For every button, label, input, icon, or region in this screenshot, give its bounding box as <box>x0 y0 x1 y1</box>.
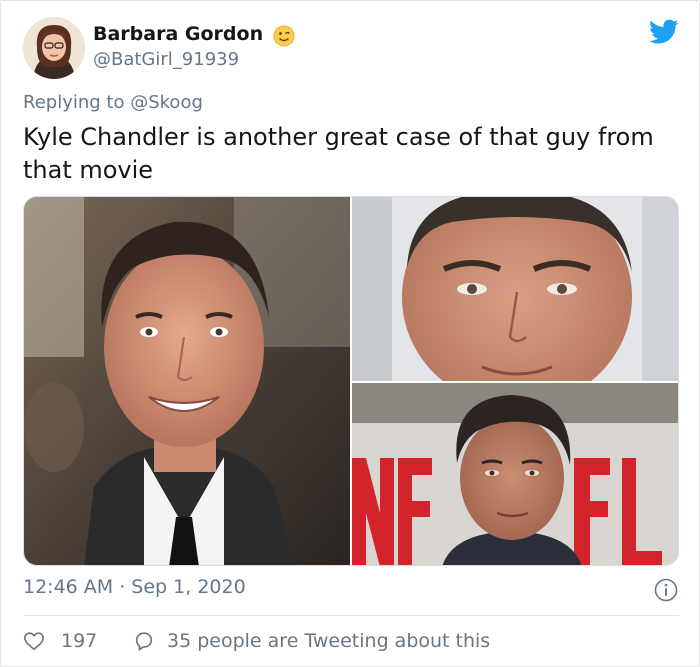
conversation-link[interactable]: 35 people are Tweeting about this <box>133 628 490 654</box>
heart-icon <box>24 632 44 651</box>
tweet-timestamp[interactable]: 12:46 AM · Sep 1, 2020 <box>23 576 246 598</box>
conversation-label: 35 people are Tweeting about this <box>167 630 491 652</box>
info-icon[interactable] <box>654 578 678 602</box>
reply-mention-link[interactable]: @Skoog <box>130 92 203 113</box>
reply-context: Replying to @Skoog <box>23 92 203 113</box>
divider <box>23 615 679 616</box>
twitter-bird-icon[interactable] <box>649 19 679 45</box>
like-count: 197 <box>61 630 98 652</box>
photo-closeup-face[interactable] <box>352 197 678 381</box>
author-handle[interactable]: @BatGirl_91939 <box>93 49 239 70</box>
like-button[interactable]: 197 <box>23 628 97 654</box>
reply-prefix: Replying to <box>23 92 125 113</box>
photo-man-in-front-of-sign[interactable] <box>352 383 678 565</box>
embedded-tweet-card: Barbara Gordon @BatGirl_91939 Replying t… <box>0 0 700 667</box>
media-grid <box>23 196 679 566</box>
speech-bubble-icon <box>135 632 153 651</box>
tweet-text: Kyle Chandler is another great case of t… <box>23 123 654 184</box>
photo-red-carpet-smiling-man[interactable] <box>24 197 350 565</box>
avatar-illustration <box>23 17 85 79</box>
author-name[interactable]: Barbara Gordon <box>93 23 263 45</box>
wink-emoji-icon <box>273 25 295 47</box>
avatar[interactable] <box>23 17 85 79</box>
